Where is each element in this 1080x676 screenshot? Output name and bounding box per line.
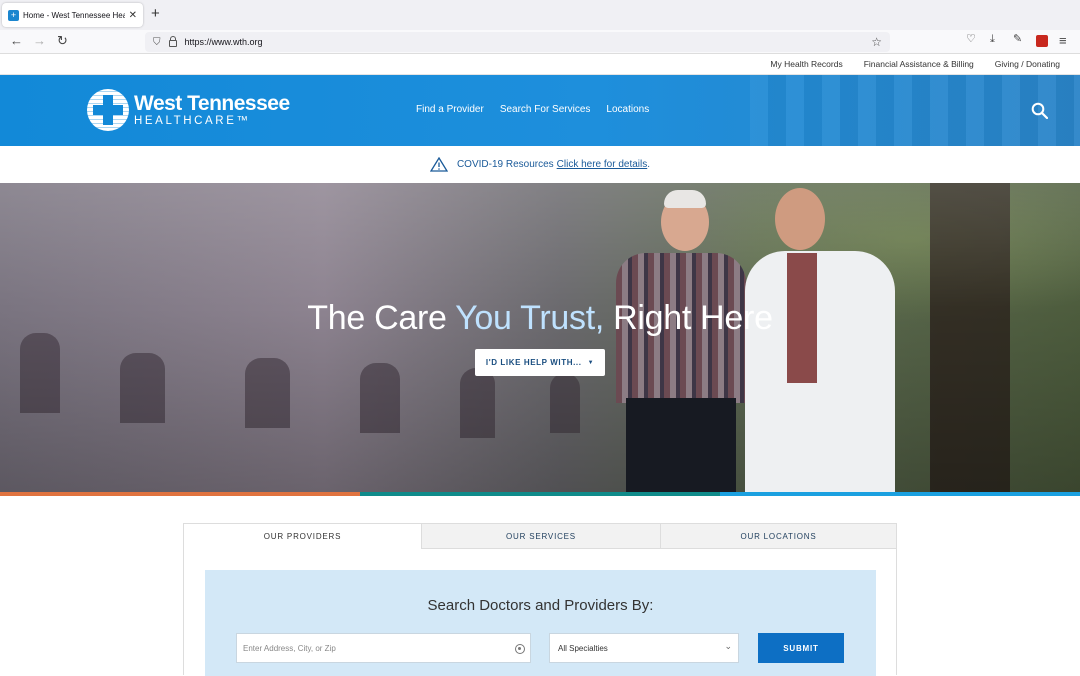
nav-locations[interactable]: Locations (606, 104, 649, 115)
downloads-icon[interactable]: ⤓ (990, 34, 995, 45)
url-bar[interactable]: ⛉ https://www.wth.org ☆ (145, 32, 890, 52)
hero-photo-person-left (606, 190, 746, 496)
menu-icon[interactable]: ≡ (1059, 34, 1067, 47)
search-heading: Search Doctors and Providers By: (427, 597, 654, 614)
utility-link-health-records[interactable]: My Health Records (770, 59, 842, 69)
tab-our-providers[interactable]: OUR PROVIDERS (184, 524, 421, 549)
site-favicon-icon: + (8, 9, 19, 21)
utility-link-giving[interactable]: Giving / Donating (995, 59, 1060, 69)
nav-search-services[interactable]: Search For Services (500, 104, 591, 115)
nav-find-provider[interactable]: Find a Provider (416, 104, 484, 115)
alert-link[interactable]: Click here for details (557, 159, 648, 170)
new-tab-icon[interactable]: + (151, 5, 160, 22)
provider-search-form: Search Doctors and Providers By: Enter A… (205, 570, 876, 676)
pocket-icon[interactable]: ♡ (966, 34, 976, 45)
logo-cross-icon (87, 89, 129, 131)
specialty-select[interactable]: All Specialties ⌄ (549, 633, 739, 663)
address-placeholder: Enter Address, City, or Zip (243, 643, 336, 653)
help-with-label: I'D LIKE HELP WITH... (485, 358, 582, 367)
back-icon[interactable]: ← (10, 34, 23, 47)
tab-our-services[interactable]: OUR SERVICES (421, 524, 660, 549)
logo-name: West Tennessee (134, 92, 290, 115)
hero-title: The Care You Trust, Right Here (307, 299, 773, 337)
tab-our-locations[interactable]: OUR LOCATIONS (660, 524, 896, 549)
tab-title: Home - West Tennessee Healt (23, 10, 125, 20)
utility-link-billing[interactable]: Financial Assistance & Billing (864, 59, 974, 69)
finder-panel: OUR PROVIDERS OUR SERVICES OUR LOCATIONS… (183, 523, 897, 676)
hero-photo-doctor (745, 183, 905, 496)
alert-text: COVID-19 Resources (456, 159, 554, 170)
color-stripe (0, 492, 1080, 496)
site-header: West Tennessee HEALTHCARE™ Find a Provid… (0, 75, 1080, 146)
specialty-value: All Specialties (558, 643, 608, 653)
locate-me-icon[interactable] (515, 644, 525, 654)
caret-down-icon: ▼ (587, 359, 595, 366)
search-icon[interactable] (1031, 102, 1048, 119)
url-text[interactable]: https://www.wth.org (185, 37, 263, 47)
address-input[interactable]: Enter Address, City, or Zip (236, 633, 531, 663)
warning-icon (429, 157, 448, 172)
browser-navbar: ← → ↻ ⛉ https://www.wth.org ☆ ♡ ⤓ ✎ ≡ (0, 30, 1080, 54)
wrench-icon[interactable]: ✎ (1013, 34, 1022, 45)
chevron-down-icon: ⌄ (724, 641, 732, 651)
extension-icon[interactable] (1036, 35, 1048, 47)
close-tab-icon[interactable]: ✕ (129, 10, 137, 21)
logo-tagline: HEALTHCARE™ (134, 115, 251, 127)
finder-tabs: OUR PROVIDERS OUR SERVICES OUR LOCATIONS (184, 524, 896, 549)
submit-button[interactable]: SUBMIT (758, 633, 844, 663)
lock-icon[interactable] (168, 35, 177, 47)
alert-suffix: . (647, 159, 651, 170)
hero-banner: The Care You Trust, Right Here I'D LIKE … (0, 183, 1080, 496)
main-nav: Find a Provider Search For Services Loca… (416, 104, 665, 115)
covid-alert: COVID-19 Resources Click here for detail… (0, 146, 1080, 183)
forward-icon[interactable]: → (33, 34, 46, 47)
reload-icon[interactable]: ↻ (57, 34, 68, 47)
utility-nav: My Health Records Financial Assistance &… (0, 54, 1080, 75)
browser-tabbar: + Home - West Tennessee Healt ✕ + (0, 0, 1080, 30)
browser-tab[interactable]: + Home - West Tennessee Healt ✕ (2, 3, 143, 27)
shield-icon[interactable]: ⛉ (153, 37, 161, 48)
bookmark-star-icon[interactable]: ☆ (871, 35, 882, 49)
site-logo[interactable]: West Tennessee HEALTHCARE™ (87, 89, 290, 131)
help-with-dropdown[interactable]: I'D LIKE HELP WITH... ▼ (475, 349, 605, 376)
